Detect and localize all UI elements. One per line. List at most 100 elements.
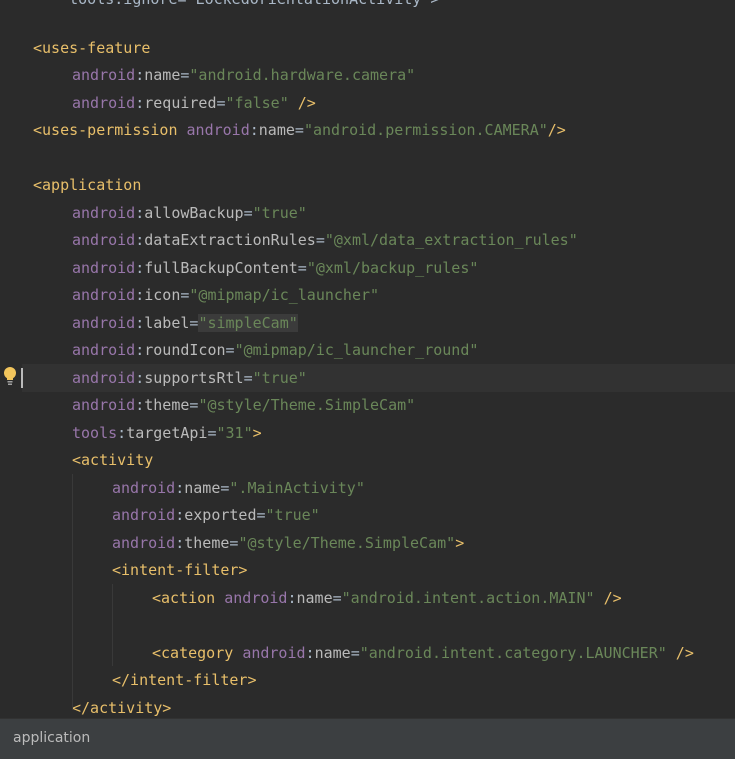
code-token: = bbox=[243, 368, 253, 387]
code-token: <activity bbox=[72, 451, 154, 469]
code-line: <uses-permission android:name="android.p… bbox=[33, 117, 566, 145]
code-token: <intent-filter> bbox=[112, 561, 248, 579]
code-token: = bbox=[350, 643, 360, 662]
code-token: <action bbox=[152, 588, 216, 607]
code-token: "false" bbox=[225, 93, 289, 112]
lightbulb-icon[interactable] bbox=[3, 366, 17, 386]
code-token: = bbox=[243, 203, 253, 222]
code-token: tools bbox=[72, 423, 118, 442]
code-token: android bbox=[72, 93, 136, 112]
code-token: "@xml/data_extraction_rules" bbox=[324, 231, 578, 249]
code-token: "android.intent.action.MAIN" bbox=[341, 588, 595, 607]
breadcrumb-item-application[interactable]: application bbox=[13, 730, 90, 746]
code-token: "android.permission.CAMERA" bbox=[303, 121, 548, 139]
code-token: : bbox=[175, 533, 185, 552]
code-token: : bbox=[135, 396, 145, 414]
code-token: theme bbox=[144, 396, 190, 414]
code-token: > bbox=[455, 533, 465, 552]
code-token: </activity> bbox=[72, 698, 172, 717]
code-line: android:roundIcon="@mipmap/ic_launcher_r… bbox=[72, 337, 478, 365]
code-token: android bbox=[72, 396, 136, 414]
code-line: android:name="android.hardware.camera" bbox=[72, 62, 415, 90]
code-token: /> bbox=[603, 588, 622, 607]
code-line: android:name=".MainActivity" bbox=[112, 475, 365, 503]
code-token: : bbox=[135, 231, 145, 249]
code-token: exported bbox=[184, 506, 257, 524]
code-token: ".MainActivity" bbox=[229, 478, 365, 497]
code-token: <category bbox=[152, 643, 234, 662]
code-token: : bbox=[135, 66, 145, 84]
code-editor[interactable]: tools:ignore="LockedOrientationActivity"… bbox=[0, 0, 735, 718]
code-token: > bbox=[252, 423, 262, 442]
code-token: icon bbox=[144, 286, 181, 304]
code-token: roundIcon bbox=[144, 341, 226, 359]
code-token: /> bbox=[297, 93, 316, 112]
breadcrumb: application bbox=[0, 718, 735, 759]
code-token: = bbox=[256, 506, 266, 524]
code-token: android bbox=[186, 121, 250, 139]
code-token: allowBackup bbox=[144, 203, 244, 222]
code-line: android:allowBackup="true" bbox=[72, 200, 307, 228]
code-token: android bbox=[112, 506, 176, 524]
code-line: <activity bbox=[72, 447, 153, 475]
code-token: = bbox=[297, 258, 307, 277]
code-line: </activity> bbox=[72, 695, 171, 719]
code-token: name bbox=[314, 643, 351, 662]
code-token: name bbox=[258, 121, 295, 139]
indent-guide bbox=[112, 584, 113, 666]
code-token: "android.intent.category.LAUNCHER" bbox=[359, 643, 667, 662]
code-token: : bbox=[287, 588, 297, 607]
code-token: : bbox=[175, 506, 185, 524]
code-token: android bbox=[72, 258, 136, 277]
code-token: /> bbox=[547, 121, 566, 139]
code-line: <category android:name="android.intent.c… bbox=[152, 640, 694, 668]
code-token: "@xml/backup_rules" bbox=[306, 258, 479, 277]
code-line: android:theme="@style/Theme.SimpleCam"> bbox=[112, 530, 464, 558]
code-token: android bbox=[72, 313, 136, 332]
code-token: name bbox=[144, 66, 181, 84]
code-token: android bbox=[112, 533, 176, 552]
code-token: : bbox=[175, 478, 185, 497]
code-token: = bbox=[207, 423, 217, 442]
code-token: : bbox=[135, 313, 145, 332]
code-token: : bbox=[135, 258, 145, 277]
code-token: /> bbox=[675, 643, 694, 662]
code-token: android bbox=[224, 588, 288, 607]
code-token: android bbox=[112, 478, 176, 497]
code-token: <application bbox=[33, 176, 142, 194]
code-token: fullBackupContent bbox=[144, 258, 298, 277]
code-token: android bbox=[72, 231, 136, 249]
code-token: : bbox=[249, 121, 259, 139]
indent-guide bbox=[72, 474, 73, 710]
code-token: android bbox=[72, 66, 136, 84]
code-token: android bbox=[72, 203, 136, 222]
code-token: "@mipmap/ic_launcher_round" bbox=[234, 341, 479, 359]
code-token: : bbox=[135, 93, 145, 112]
code-line: android:supportsRtl="true" bbox=[72, 365, 307, 393]
code-token: android bbox=[72, 368, 136, 387]
code-line: <action android:name="android.intent.act… bbox=[152, 585, 622, 613]
code-token: required bbox=[144, 93, 217, 112]
code-token: android bbox=[72, 341, 136, 359]
code-token: android bbox=[72, 286, 136, 304]
code-token: name bbox=[296, 588, 333, 607]
code-token: name bbox=[184, 478, 221, 497]
code-token: targetApi bbox=[126, 423, 208, 442]
code-token: "true" bbox=[252, 368, 307, 387]
code-token: "@style/Theme.SimpleCam" bbox=[238, 533, 456, 552]
code-line: <uses-feature bbox=[33, 35, 150, 63]
code-line: android:theme="@style/Theme.SimpleCam" bbox=[72, 392, 415, 420]
code-token: : bbox=[117, 423, 127, 442]
code-token: = bbox=[332, 588, 342, 607]
code-token: supportsRtl bbox=[144, 368, 244, 387]
code-token: : bbox=[135, 341, 145, 359]
code-line: android:icon="@mipmap/ic_launcher" bbox=[72, 282, 379, 310]
code-token: dataExtractionRules bbox=[144, 231, 316, 249]
code-line: <intent-filter> bbox=[112, 557, 247, 585]
code-token: <uses-feature bbox=[33, 38, 151, 57]
code-token: "@style/Theme.SimpleCam" bbox=[198, 396, 416, 414]
